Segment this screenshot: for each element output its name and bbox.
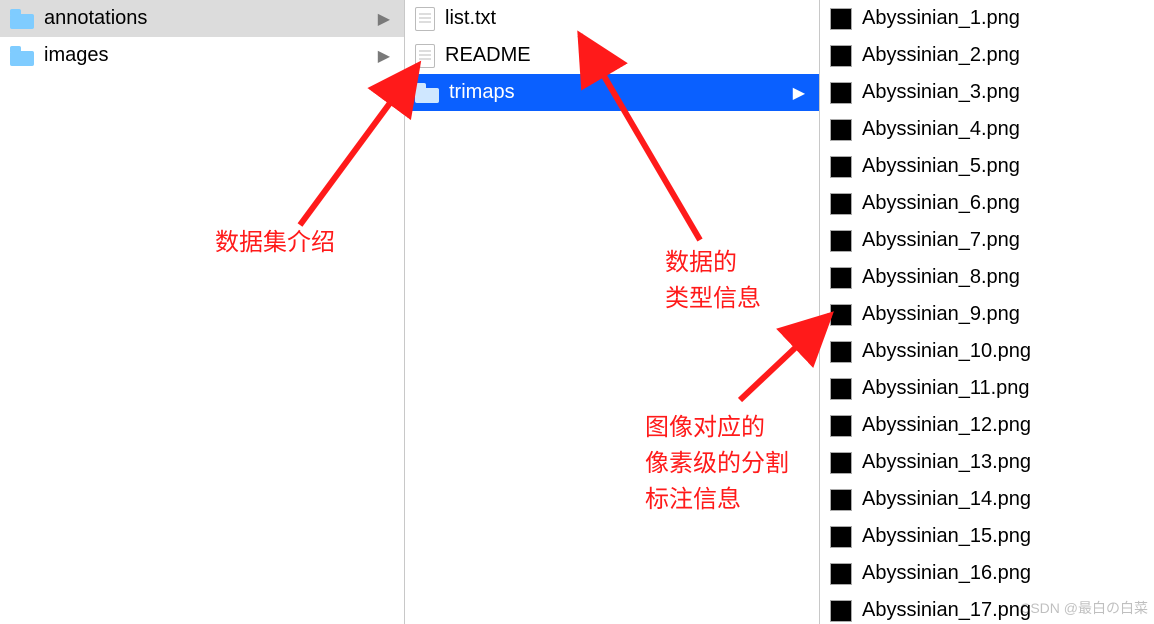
file-label: Abyssinian_2.png [862,44,1144,67]
folder-icon [10,9,34,29]
file-row[interactable]: Abyssinian_15.png [820,518,1154,555]
column-3: Abyssinian_1.png Abyssinian_2.png Abyssi… [820,0,1154,624]
file-label: list.txt [445,7,809,30]
image-thumb-icon [830,82,852,104]
image-thumb-icon [830,415,852,437]
image-thumb-icon [830,378,852,400]
folder-row-images[interactable]: images ▶ [0,37,404,74]
file-row-list-txt[interactable]: list.txt [405,0,819,37]
folder-label: images [44,44,368,67]
image-thumb-icon [830,563,852,585]
file-row[interactable]: Abyssinian_10.png [820,333,1154,370]
file-label: Abyssinian_15.png [862,525,1144,548]
annotation-text-1: 数据集介绍 [215,225,335,261]
image-thumb-icon [830,156,852,178]
file-label: Abyssinian_5.png [862,155,1144,178]
annotation-text-2: 数据的 类型信息 [665,245,761,317]
file-row[interactable]: Abyssinian_14.png [820,481,1154,518]
file-label: Abyssinian_8.png [862,266,1144,289]
file-row-readme[interactable]: README [405,37,819,74]
image-thumb-icon [830,45,852,67]
folder-row-annotations[interactable]: annotations ▶ [0,0,404,37]
file-row[interactable]: Abyssinian_5.png [820,148,1154,185]
image-thumb-icon [830,8,852,30]
image-thumb-icon [830,193,852,215]
folder-row-trimaps[interactable]: trimaps ▶ [405,74,819,111]
folder-label: trimaps [449,81,783,104]
image-thumb-icon [830,119,852,141]
file-label: Abyssinian_10.png [862,340,1144,363]
image-thumb-icon [830,489,852,511]
file-icon [415,7,435,31]
file-label: Abyssinian_13.png [862,451,1144,474]
file-row[interactable]: Abyssinian_8.png [820,259,1154,296]
image-thumb-icon [830,452,852,474]
file-row[interactable]: Abyssinian_6.png [820,185,1154,222]
file-label: Abyssinian_4.png [862,118,1144,141]
folder-icon [415,83,439,103]
image-thumb-icon [830,341,852,363]
image-thumb-icon [830,267,852,289]
finder-window: annotations ▶ images ▶ list.txt README t… [0,0,1154,624]
chevron-right-icon: ▶ [378,9,390,29]
file-label: Abyssinian_7.png [862,229,1144,252]
file-label: Abyssinian_16.png [862,562,1144,585]
file-row[interactable]: Abyssinian_11.png [820,370,1154,407]
folder-label: annotations [44,7,368,30]
file-row[interactable]: Abyssinian_9.png [820,296,1154,333]
file-row[interactable]: Abyssinian_12.png [820,407,1154,444]
file-row[interactable]: Abyssinian_4.png [820,111,1154,148]
file-row[interactable]: Abyssinian_13.png [820,444,1154,481]
folder-icon [10,46,34,66]
file-row[interactable]: Abyssinian_16.png [820,555,1154,592]
file-label: Abyssinian_3.png [862,81,1144,104]
file-label: Abyssinian_9.png [862,303,1144,326]
image-thumb-icon [830,600,852,622]
file-label: Abyssinian_1.png [862,7,1144,30]
file-label: Abyssinian_14.png [862,488,1144,511]
annotation-text-3: 图像对应的 像素级的分割 标注信息 [645,410,789,518]
file-label: Abyssinian_12.png [862,414,1144,437]
image-thumb-icon [830,304,852,326]
file-row[interactable]: Abyssinian_7.png [820,222,1154,259]
file-row[interactable]: Abyssinian_1.png [820,0,1154,37]
chevron-right-icon: ▶ [793,83,805,103]
file-icon [415,44,435,68]
file-label: Abyssinian_6.png [862,192,1144,215]
watermark: CSDN @最白の白菜 [1020,598,1148,618]
column-1: annotations ▶ images ▶ [0,0,405,624]
file-label: Abyssinian_11.png [862,377,1144,400]
file-row[interactable]: Abyssinian_3.png [820,74,1154,111]
file-label: README [445,44,809,67]
image-thumb-icon [830,230,852,252]
file-row[interactable]: Abyssinian_2.png [820,37,1154,74]
image-thumb-icon [830,526,852,548]
chevron-right-icon: ▶ [378,46,390,66]
